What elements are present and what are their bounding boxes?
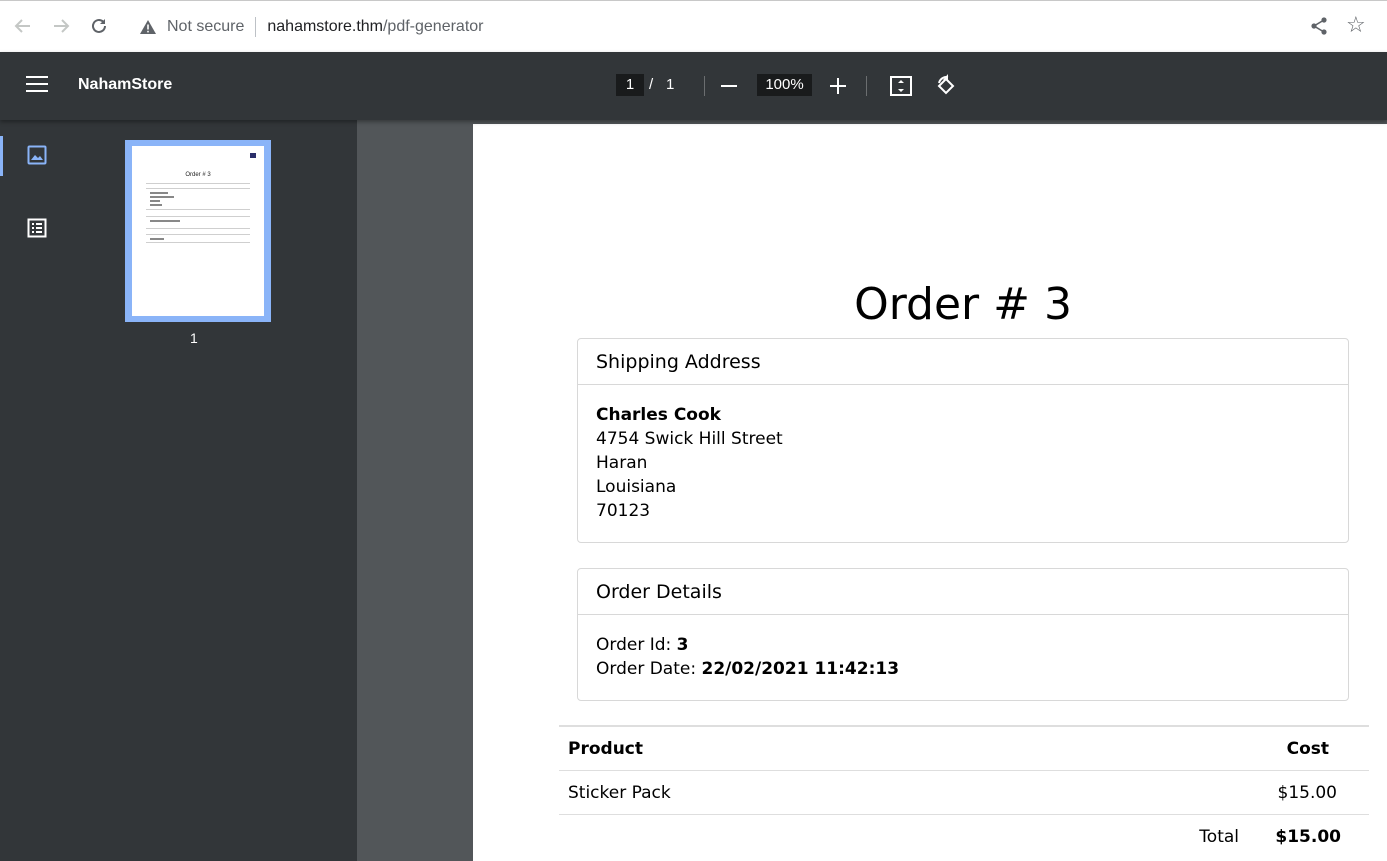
shipping-address-header: Shipping Address	[578, 339, 1348, 385]
reload-icon[interactable]	[86, 13, 112, 39]
thumbnail-sidebar: Order # 3 1	[0, 120, 357, 861]
page-thumbnail[interactable]: Order # 3	[125, 140, 271, 322]
order-details-header: Order Details	[578, 569, 1348, 615]
thumbnail-text	[150, 238, 164, 240]
thumbnail-line	[146, 228, 250, 229]
share-icon[interactable]	[1309, 16, 1331, 38]
forward-icon[interactable]	[48, 13, 74, 39]
browser-toolbar: Not secure nahamstore.thm/pdf-generator …	[0, 0, 1387, 52]
bookmark-star-icon[interactable]: ☆	[1346, 14, 1366, 36]
thumbnail-line	[146, 209, 250, 210]
city: Haran	[596, 453, 648, 473]
thumbnail-line	[146, 242, 250, 243]
page-total: 1	[666, 76, 675, 93]
url-path: /pdf-generator	[382, 18, 484, 35]
shipping-address-card: Shipping Address Charles Cook 4754 Swick…	[577, 338, 1349, 543]
column-header-cost: Cost	[1286, 739, 1329, 759]
address-bar[interactable]: Not secure nahamstore.thm/pdf-generator	[128, 9, 1298, 45]
document-title: NahamStore	[78, 76, 173, 93]
thumbnail-title: Order # 3	[185, 172, 211, 178]
page-number-input[interactable]: 1	[616, 74, 644, 96]
thumbnail-line	[146, 183, 250, 184]
thumbnail-logo	[250, 153, 256, 158]
table-header-row: Product Cost	[559, 727, 1369, 771]
pdf-toolbar: NahamStore 1 / 1 100%	[0, 52, 1387, 120]
order-title: Order # 3	[854, 279, 1072, 330]
back-icon[interactable]	[10, 13, 36, 39]
order-id-value: 3	[676, 635, 689, 655]
product-cost: $15.00	[1277, 783, 1337, 803]
product-name: Sticker Pack	[568, 783, 671, 803]
page-separator: /	[649, 76, 654, 93]
security-label[interactable]: Not secure	[167, 18, 244, 36]
zip-code: 70123	[596, 501, 651, 521]
state: Louisiana	[596, 477, 677, 497]
shipping-address-body: Charles Cook 4754 Swick Hill Street Hara…	[578, 385, 1348, 541]
thumbnail-text	[150, 192, 168, 194]
thumbnail-line	[146, 234, 250, 235]
menu-icon[interactable]	[26, 76, 48, 94]
fit-to-page-icon[interactable]	[890, 75, 912, 97]
order-date-value: 22/02/2021 11:42:13	[701, 659, 900, 679]
thumbnail-text	[150, 196, 174, 198]
thumbnail-text	[150, 204, 162, 206]
column-header-product: Product	[568, 739, 643, 759]
url-host: nahamstore.thm	[267, 18, 383, 35]
thumbnail-text	[150, 220, 180, 222]
order-details-card: Order Details Order Id: 3 Order Date: 22…	[577, 568, 1349, 701]
order-date-label: Order Date:	[596, 659, 697, 679]
thumbnail-line	[146, 216, 250, 217]
toolbar-divider	[704, 76, 705, 96]
warning-icon	[140, 19, 156, 35]
table-row: Sticker Pack $15.00	[559, 771, 1369, 815]
omnibox-divider	[255, 17, 257, 37]
zoom-out-icon[interactable]	[721, 85, 737, 87]
zoom-level-input[interactable]: 100%	[757, 74, 812, 96]
thumbnail-page-number: 1	[190, 330, 198, 346]
thumbnails-icon[interactable]	[27, 145, 47, 165]
thumbnail-line	[146, 188, 250, 189]
total-label: Total	[1199, 827, 1239, 847]
active-indicator	[0, 136, 3, 176]
order-id-label: Order Id:	[596, 635, 672, 655]
document-viewport[interactable]: Order # 3 Shipping Address Charles Cook …	[357, 120, 1387, 861]
total-value: $15.00	[1275, 827, 1341, 847]
customer-name: Charles Cook	[596, 405, 721, 425]
rotate-icon[interactable]	[934, 74, 958, 98]
thumbnail-page: Order # 3	[132, 146, 264, 316]
zoom-in-icon[interactable]	[830, 78, 846, 94]
total-row: Total $15.00	[559, 815, 1369, 859]
street-address: 4754 Swick Hill Street	[596, 429, 783, 449]
pdf-page: Order # 3 Shipping Address Charles Cook …	[473, 124, 1387, 861]
thumbnail-text	[150, 200, 160, 202]
toolbar-divider	[866, 76, 867, 96]
order-details-body: Order Id: 3 Order Date: 22/02/2021 11:42…	[578, 615, 1348, 699]
products-table: Product Cost Sticker Pack $15.00 Total $…	[559, 725, 1369, 859]
outline-icon[interactable]	[27, 218, 47, 238]
